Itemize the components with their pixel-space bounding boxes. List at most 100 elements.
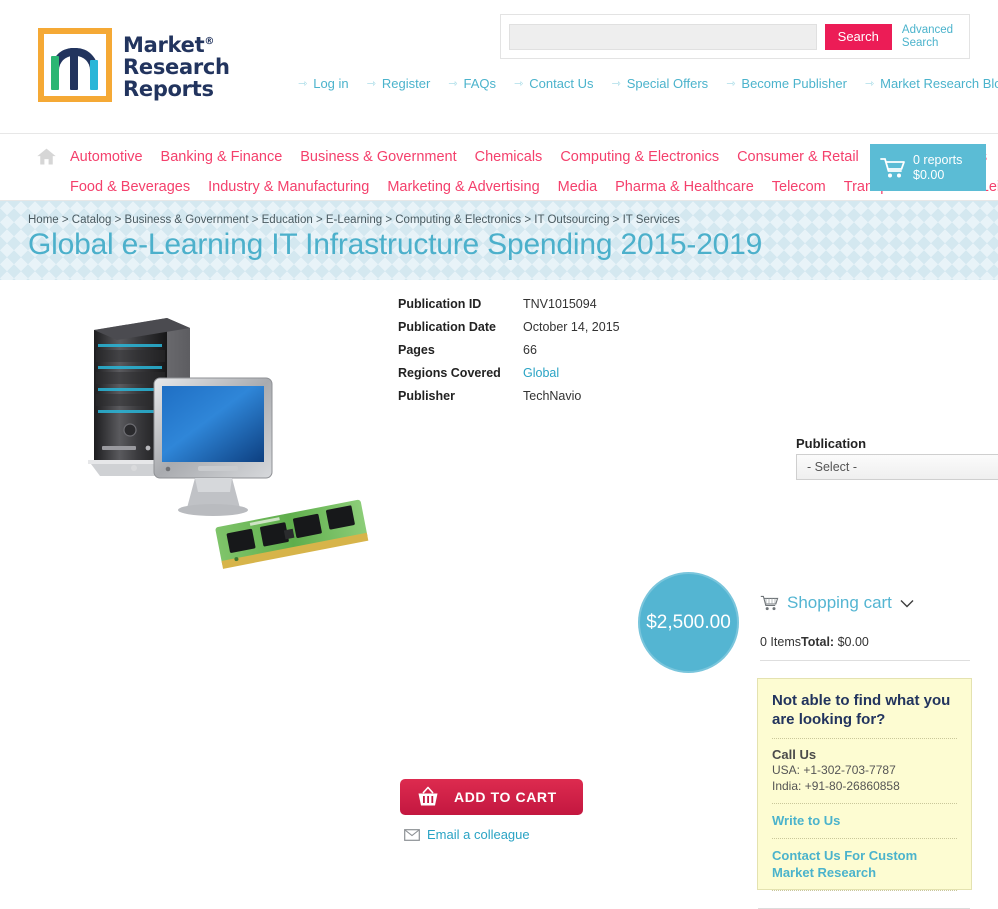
shopping-basket-icon [418,786,438,806]
detail-label: Regions Covered [398,366,501,380]
main-content: Publication ID TNV1015094 Publication Da… [0,280,998,909]
top-link-label: Contact Us [529,76,594,91]
page-title: Global e-Learning IT Infrastructure Spen… [28,228,763,261]
divider [772,890,957,891]
category-row-2: Food & Beverages Industry & Manufacturin… [70,172,998,202]
top-link-label: Register [381,76,431,91]
category-industry-manufacturing[interactable]: Industry & Manufacturing [208,172,369,202]
category-media[interactable]: Media [558,172,598,202]
detail-value: TechNavio [523,389,582,403]
detail-value: TNV1015094 [523,297,597,311]
top-link-contact-us[interactable]: ⇾ Contact Us [514,76,594,91]
top-link-label: Become Publisher [741,76,847,91]
email-colleague-label: Email a colleague [427,827,530,842]
category-computing-electronics[interactable]: Computing & Electronics [560,142,719,172]
category-banking-finance[interactable]: Banking & Finance [161,142,283,172]
search-button[interactable]: Search [824,23,892,50]
category-automotive[interactable]: Automotive [70,142,143,172]
detail-value-region-link[interactable]: Global [523,362,559,385]
help-phone-india: India: +91-80-26860858 [772,779,900,793]
arrow-right-icon: ⇾ [726,78,736,90]
category-row-1: Automotive Banking & Finance Business & … [70,142,987,172]
top-utility-nav: ⇾ Log in ⇾ Register ⇾ FAQs ⇾ Contact Us ⇾ Spe… [298,76,998,91]
category-marketing-advertising[interactable]: Marketing & Advertising [387,172,539,202]
header-cart-amount: $0.00 [913,167,945,182]
page-banner: Home > Catalog > Business & Government >… [0,201,998,280]
category-telecom[interactable]: Telecom [772,172,826,202]
category-food-beverages[interactable]: Food & Beverages [70,172,190,202]
top-link-faqs[interactable]: ⇾ FAQs [448,76,496,91]
help-call-us-label: Call Us [772,747,817,762]
detail-label: Publication ID [398,297,482,311]
detail-row-regions-covered: Regions Covered Global [398,362,628,385]
top-link-become-publisher[interactable]: ⇾ Become Publisher [726,76,847,91]
site-logo[interactable]: Market® Research Reports [38,28,230,102]
custom-research-link[interactable]: Contact Us For Custom Market Research [772,847,957,881]
category-pharma-healthcare[interactable]: Pharma & Healthcare [615,172,754,202]
logo-line-1: Market [123,32,205,57]
category-business-government[interactable]: Business & Government [300,142,456,172]
top-link-label: Special Offers [626,76,709,91]
divider [772,738,957,739]
shopping-cart-summary: 0 ItemsTotal: $0.00 [760,635,869,649]
shopping-cart-icon [880,157,905,177]
cart-total-value: $0.00 [837,635,869,649]
divider [760,660,970,661]
cart-total-label: Total: [801,635,835,649]
add-to-cart-button[interactable]: ADD TO CART [400,779,583,815]
site-header: Market® Research Reports Search Advanced… [0,0,998,133]
search-panel: Search Advanced Search [500,14,970,59]
shopping-cart-title: Shopping cart [787,593,892,612]
search-input[interactable] [509,23,817,50]
detail-row-publication-date: Publication Date October 14, 2015 [398,316,628,339]
chevron-down-icon[interactable] [900,599,914,608]
top-link-label: FAQs [463,76,497,91]
arrow-right-icon: ⇾ [298,78,308,90]
logo-mark-icon [38,28,112,102]
top-link-login[interactable]: ⇾ Log in [298,76,349,91]
header-cart-widget[interactable]: 0 reports $0.00 [870,144,986,191]
divider [772,803,957,804]
arrow-right-icon: ⇾ [366,78,376,90]
category-nav-rows: Automotive Banking & Finance Business & … [70,142,998,202]
product-image [88,318,369,569]
detail-label: Publication Date [398,320,496,334]
help-box-title: Not able to find what you are looking fo… [772,692,951,728]
write-to-us-link[interactable]: Write to Us [772,812,957,829]
arrow-right-icon: ⇾ [611,78,621,90]
divider [772,838,957,839]
category-consumer-retail[interactable]: Consumer & Retail [737,142,859,172]
shopping-cart-header[interactable]: Shopping cart [760,593,914,613]
publication-type-select[interactable]: - Select - ▼ [796,454,998,480]
arrow-right-icon: ⇾ [448,78,458,90]
category-nav: Automotive Banking & Finance Business & … [0,133,998,201]
category-chemicals[interactable]: Chemicals [475,142,543,172]
breadcrumb[interactable]: Home > Catalog > Business & Government >… [28,214,680,226]
logo-line-2: Research [123,54,230,79]
detail-row-publication-id: Publication ID TNV1015094 [398,293,628,316]
email-colleague-link[interactable]: Email a colleague [404,827,530,842]
top-link-register[interactable]: ⇾ Register [367,76,431,91]
advanced-search-link[interactable]: Advanced Search [902,24,961,50]
logo-line-3: Reports [123,76,214,101]
detail-value: October 14, 2015 [523,320,620,334]
top-link-special-offers[interactable]: ⇾ Special Offers [612,76,709,91]
top-link-blog[interactable]: ⇾ Market Research Blog [865,76,998,91]
envelope-icon [404,828,420,841]
logo-wordmark: Market® Research Reports [123,31,230,100]
top-link-label: Market Research Blog [880,76,998,91]
shopping-cart-icon [760,595,779,610]
detail-row-publisher: Publisher TechNavio [398,385,628,408]
header-cart-text: 0 reports $0.00 [913,153,962,183]
detail-label: Publisher [398,389,455,403]
help-phone-usa: USA: +1-302-703-7787 [772,763,896,777]
registered-mark-icon: ® [204,35,215,47]
price-amount: $2,500.00 [646,611,731,633]
home-icon[interactable] [36,147,57,167]
add-to-cart-label: ADD TO CART [454,789,557,805]
header-cart-count: 0 reports [913,152,963,167]
arrow-right-icon: ⇾ [864,78,875,90]
detail-row-pages: Pages 66 [398,339,628,362]
detail-label: Pages [398,343,435,357]
price-badge: $2,500.00 [638,572,739,673]
